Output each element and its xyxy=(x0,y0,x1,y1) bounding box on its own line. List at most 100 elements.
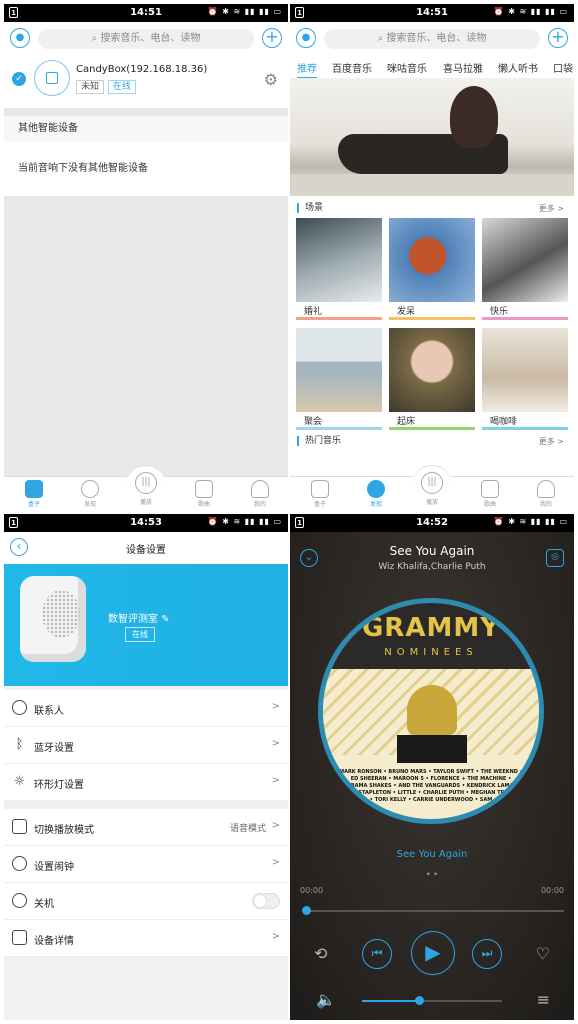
scene-card[interactable]: 快乐 xyxy=(482,218,568,320)
search-bar: ● ⌕ 搜索音乐、电台、读物 + xyxy=(290,22,574,56)
scene-card[interactable]: 起床 xyxy=(389,328,475,430)
scene-card[interactable]: 喝咖啡 xyxy=(482,328,568,430)
device-details-row[interactable]: 设备详情 > xyxy=(4,920,288,957)
lyric-line: See You Again xyxy=(396,849,468,860)
page-title: 设备设置 xyxy=(126,545,166,556)
alarm-row[interactable]: 设置闹钟 > xyxy=(4,846,288,883)
tab-mine[interactable]: 我的 xyxy=(526,480,566,508)
tab-ximalaya[interactable]: 喜马拉雅 xyxy=(443,60,483,75)
ring-light-row[interactable]: ☼ 环形灯设置 > xyxy=(4,764,288,801)
player-screen: 1 14:52 ⏰ ✱ ≋ ▮▮ ▮▮ ▭ ⌄ ◎ See You Again … xyxy=(290,514,574,1020)
tab-songs[interactable]: 歌曲 xyxy=(184,480,224,508)
device-hero: 数智评测室 ✎ 在线 xyxy=(4,564,288,686)
tab-recommend[interactable]: 推荐 xyxy=(297,60,317,79)
status-bar: 1 14:52 ⏰ ✱ ≋ ▮▮ ▮▮ ▭ xyxy=(290,514,574,532)
tab-lazy-audiobook[interactable]: 懒人听书 xyxy=(498,60,538,75)
mic-icon[interactable]: ● xyxy=(296,28,316,48)
status-icons: ⏰ ✱ ≋ ▮▮ ▮▮ ▭ xyxy=(207,7,282,16)
scene-more-link[interactable]: 更多 > xyxy=(539,203,564,214)
tab-play[interactable]: ||| 播放 xyxy=(412,465,452,506)
tab-pocket[interactable]: 口袋 xyxy=(553,60,573,75)
progress-bar[interactable] xyxy=(302,906,564,915)
shutdown-toggle[interactable] xyxy=(252,893,280,909)
elapsed-time: 00:00 xyxy=(300,886,324,895)
tab-discover[interactable]: 发现 xyxy=(356,480,396,508)
compass-icon xyxy=(81,480,99,498)
status-bar: 1 14:51 ⏰ ✱ ≋ ▮▮ ▮▮ ▭ xyxy=(4,4,288,22)
tab-migu-music[interactable]: 咪咕音乐 xyxy=(387,60,427,75)
search-input[interactable]: ⌕ 搜索音乐、电台、读物 xyxy=(324,29,540,49)
online-tag: 在线 xyxy=(108,80,137,94)
contacts-row[interactable]: 联系人 > xyxy=(4,690,288,727)
search-bar: ● ⌕ 搜索音乐、电台、读物 + xyxy=(4,22,288,56)
search-placeholder: 搜索音乐、电台、读物 xyxy=(386,33,487,44)
other-devices-empty: 当前音响下没有其他智能设备 xyxy=(4,142,288,196)
bluetooth-row[interactable]: ᛒ 蓝牙设置 > xyxy=(4,727,288,764)
gramophone-icon xyxy=(407,685,457,735)
scene-card[interactable]: 聚会 xyxy=(296,328,382,430)
person-icon xyxy=(537,480,555,498)
category-tabs: 推荐 百度音乐 咪咕音乐 喜马拉雅 懒人听书 口袋 xyxy=(290,56,574,79)
tab-baidu-music[interactable]: 百度音乐 xyxy=(332,60,372,75)
play-button[interactable]: ▶ xyxy=(411,931,455,975)
volume-icon[interactable]: 🔈 xyxy=(316,990,336,1009)
song-title: See You Again xyxy=(389,544,475,558)
box-icon xyxy=(311,480,329,498)
bluetooth-icon: ᛒ xyxy=(15,737,24,752)
unknown-tag: 未知 xyxy=(76,80,105,94)
chevron-right-icon: > xyxy=(271,857,280,868)
status-icons: ⏰ ✱ ≋ ▮▮ ▮▮ ▭ xyxy=(493,7,568,16)
power-icon xyxy=(12,893,27,908)
header: ‹ 设备设置 xyxy=(4,532,288,564)
album-subtitle: NOMINEES xyxy=(384,647,478,658)
song-artist: Wiz Khalifa,Charlie Puth xyxy=(378,562,486,572)
add-icon[interactable]: + xyxy=(262,28,282,48)
waveform-icon: ||| xyxy=(135,472,157,494)
repeat-icon[interactable]: ⟲ xyxy=(314,944,327,963)
tab-box[interactable]: 盒子 xyxy=(14,480,54,508)
person-icon xyxy=(12,700,27,715)
music-note-icon xyxy=(481,480,499,498)
speaker-icon xyxy=(34,60,70,96)
gear-icon[interactable]: ⚙ xyxy=(264,70,278,89)
tab-play[interactable]: ||| 播放 xyxy=(126,465,166,506)
sun-icon: ☼ xyxy=(13,774,26,789)
status-bar: 1 14:53 ⏰ ✱ ≋ ▮▮ ▮▮ ▭ xyxy=(4,514,288,532)
album-art: GRAMMY NOMINEES MARK RONSON • BRUNO MARS… xyxy=(318,598,544,824)
banner-image[interactable] xyxy=(290,78,574,196)
search-input[interactable]: ⌕ 搜索音乐、电台、读物 xyxy=(38,29,254,49)
progress-handle[interactable] xyxy=(302,906,311,915)
other-devices-header: 其他智能设备 xyxy=(4,116,288,142)
playlist-icon[interactable]: ≡ xyxy=(537,990,550,1009)
mic-icon[interactable]: ● xyxy=(10,28,30,48)
hot-music-section-title: 热门音乐 xyxy=(297,436,341,446)
heart-icon[interactable]: ♡ xyxy=(536,944,550,963)
device-row[interactable]: ✓ CandyBox(192.168.18.36) 未知 在线 ⚙ xyxy=(4,56,288,108)
volume-slider[interactable] xyxy=(362,996,502,1005)
next-button[interactable]: ⏭ xyxy=(472,939,502,969)
tab-box[interactable]: 盒子 xyxy=(300,480,340,508)
scene-section-title: 场景 xyxy=(297,203,323,213)
status-icons: ⏰ ✱ ≋ ▮▮ ▮▮ ▭ xyxy=(207,517,282,526)
online-status: 在线 xyxy=(125,627,155,642)
mode-icon xyxy=(12,819,27,834)
device-settings-screen: 1 14:53 ⏰ ✱ ≋ ▮▮ ▮▮ ▭ ‹ 设备设置 数智评测室 ✎ 在线 … xyxy=(4,514,288,1020)
box-screen: 1 14:51 ⏰ ✱ ≋ ▮▮ ▮▮ ▭ ● ⌕ 搜索音乐、电台、读物 + ✓… xyxy=(4,4,288,512)
add-icon[interactable]: + xyxy=(548,28,568,48)
tab-mine[interactable]: 我的 xyxy=(240,480,280,508)
device-name[interactable]: 数智评测室 ✎ xyxy=(108,610,170,625)
chevron-right-icon: > xyxy=(271,775,280,786)
person-icon xyxy=(251,480,269,498)
scene-card[interactable]: 发呆 xyxy=(389,218,475,320)
discover-screen: 1 14:51 ⏰ ✱ ≋ ▮▮ ▮▮ ▭ ● ⌕ 搜索音乐、电台、读物 + 推… xyxy=(290,4,574,512)
play-mode-row[interactable]: 切换播放模式 语音模式 > xyxy=(4,809,288,846)
tab-discover[interactable]: 发现 xyxy=(70,480,110,508)
previous-button[interactable]: ⏮ xyxy=(362,939,392,969)
chevron-right-icon: > xyxy=(271,820,280,831)
scene-card[interactable]: 婚礼 xyxy=(296,218,382,320)
album-credits: MARK RONSON • BRUNO MARS • TAYLOR SWIFT … xyxy=(339,769,523,803)
status-bar: 1 14:51 ⏰ ✱ ≋ ▮▮ ▮▮ ▭ xyxy=(290,4,574,22)
hot-more-link[interactable]: 更多 > xyxy=(539,436,564,447)
tab-songs[interactable]: 歌曲 xyxy=(470,480,510,508)
speaker-image xyxy=(20,576,86,662)
